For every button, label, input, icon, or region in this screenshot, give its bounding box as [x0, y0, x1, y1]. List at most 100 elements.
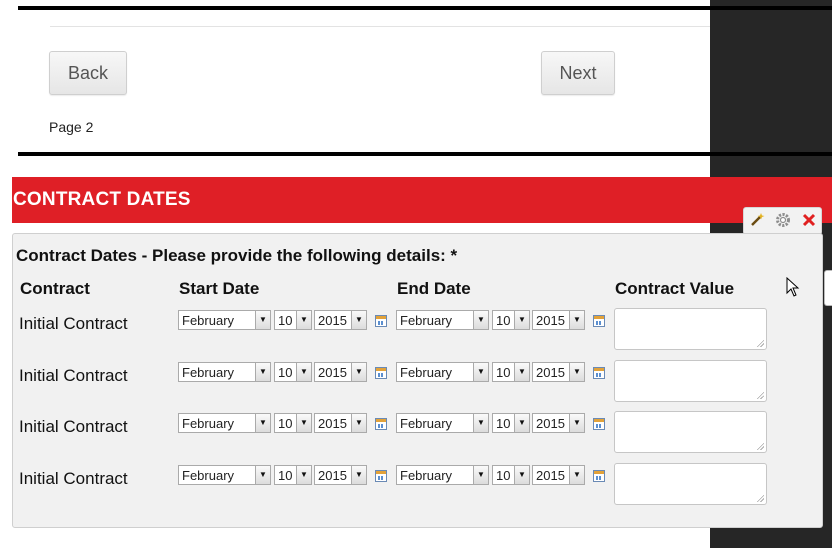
chevron-down-icon: ▼ — [351, 311, 366, 329]
chevron-down-icon: ▼ — [255, 414, 270, 432]
start-year-select[interactable]: 2015 ▼ — [314, 362, 367, 382]
contract-value-textarea[interactable] — [614, 411, 767, 453]
end-day-select[interactable]: 10 ▼ — [492, 465, 530, 485]
calendar-icon[interactable] — [593, 367, 605, 379]
contract-value-textarea[interactable] — [614, 463, 767, 505]
end-month-select[interactable]: February ▼ — [396, 362, 489, 382]
close-icon[interactable] — [800, 212, 818, 230]
start-day-select[interactable]: 10 ▼ — [274, 465, 312, 485]
row-label: Initial Contract — [19, 366, 128, 385]
select-value: February — [400, 416, 453, 431]
chevron-down-icon: ▼ — [473, 466, 488, 484]
resize-grip-icon[interactable] — [756, 442, 764, 450]
end-day-select[interactable]: 10 ▼ — [492, 362, 530, 382]
chevron-down-icon: ▼ — [514, 414, 529, 432]
end-day-select[interactable]: 10 ▼ — [492, 413, 530, 433]
chevron-down-icon: ▼ — [473, 414, 488, 432]
row-label: Initial Contract — [19, 417, 128, 436]
chevron-down-icon: ▼ — [351, 466, 366, 484]
calendar-icon[interactable] — [375, 315, 387, 327]
select-value: February — [400, 313, 453, 328]
start-year-select[interactable]: 2015 ▼ — [314, 465, 367, 485]
column-header-start-date: Start Date — [179, 279, 260, 298]
start-year-select[interactable]: 2015 ▼ — [314, 310, 367, 330]
chevron-down-icon: ▼ — [296, 466, 311, 484]
chevron-down-icon: ▼ — [296, 311, 311, 329]
start-day-select[interactable]: 10 ▼ — [274, 310, 312, 330]
select-value: 10 — [496, 365, 511, 380]
page-break — [18, 152, 832, 156]
calendar-icon[interactable] — [593, 418, 605, 430]
select-value: 2015 — [318, 416, 347, 431]
column-header-end-date: End Date — [397, 279, 471, 298]
contract-value-textarea[interactable] — [614, 360, 767, 402]
select-value: 2015 — [536, 468, 565, 483]
wand-icon[interactable] — [748, 212, 766, 230]
next-button[interactable]: Next — [541, 51, 615, 95]
calendar-icon[interactable] — [593, 470, 605, 482]
field-toolbar — [743, 207, 822, 235]
select-value: 2015 — [318, 468, 347, 483]
select-value: 10 — [278, 416, 293, 431]
end-year-select[interactable]: 2015 ▼ — [532, 362, 585, 382]
chevron-down-icon: ▼ — [255, 311, 270, 329]
end-month-select[interactable]: February ▼ — [396, 413, 489, 433]
resize-grip-icon[interactable] — [756, 494, 764, 502]
calendar-icon[interactable] — [375, 470, 387, 482]
row-label: Initial Contract — [19, 314, 128, 333]
resize-grip-icon[interactable] — [756, 339, 764, 347]
chevron-down-icon: ▼ — [351, 414, 366, 432]
chevron-down-icon: ▼ — [569, 414, 584, 432]
start-month-select[interactable]: February ▼ — [178, 362, 271, 382]
chevron-down-icon: ▼ — [255, 363, 270, 381]
select-value: 2015 — [536, 365, 565, 380]
offscreen-panel-edge — [824, 270, 832, 306]
resize-grip-icon[interactable] — [756, 391, 764, 399]
calendar-icon[interactable] — [375, 367, 387, 379]
calendar-icon[interactable] — [593, 315, 605, 327]
chevron-down-icon: ▼ — [569, 311, 584, 329]
end-year-select[interactable]: 2015 ▼ — [532, 413, 585, 433]
select-value: 10 — [278, 365, 293, 380]
chevron-down-icon: ▼ — [569, 466, 584, 484]
end-day-select[interactable]: 10 ▼ — [492, 310, 530, 330]
end-month-select[interactable]: February ▼ — [396, 465, 489, 485]
select-value: February — [182, 365, 235, 380]
row-label: Initial Contract — [19, 469, 128, 488]
column-header-contract-value: Contract Value — [615, 279, 735, 298]
select-value: 10 — [496, 468, 511, 483]
select-value: February — [182, 416, 235, 431]
select-value: 2015 — [536, 416, 565, 431]
end-year-select[interactable]: 2015 ▼ — [532, 310, 585, 330]
chevron-down-icon: ▼ — [514, 466, 529, 484]
select-value: 10 — [278, 468, 293, 483]
calendar-icon[interactable] — [375, 418, 387, 430]
page-label: Page 2 — [49, 119, 94, 135]
start-day-select[interactable]: 10 ▼ — [274, 362, 312, 382]
select-value: 2015 — [536, 313, 565, 328]
select-value: February — [400, 468, 453, 483]
chevron-down-icon: ▼ — [514, 363, 529, 381]
start-month-select[interactable]: February ▼ — [178, 413, 271, 433]
divider — [50, 26, 710, 27]
start-day-select[interactable]: 10 ▼ — [274, 413, 312, 433]
chevron-down-icon: ▼ — [255, 466, 270, 484]
start-month-select[interactable]: February ▼ — [178, 310, 271, 330]
select-value: February — [182, 468, 235, 483]
start-year-select[interactable]: 2015 ▼ — [314, 413, 367, 433]
chevron-down-icon: ▼ — [351, 363, 366, 381]
select-value: 10 — [496, 313, 511, 328]
back-button[interactable]: Back — [49, 51, 127, 95]
contract-value-textarea[interactable] — [614, 308, 767, 350]
chevron-down-icon: ▼ — [473, 363, 488, 381]
chevron-down-icon: ▼ — [296, 363, 311, 381]
chevron-down-icon: ▼ — [473, 311, 488, 329]
start-month-select[interactable]: February ▼ — [178, 465, 271, 485]
chevron-down-icon: ▼ — [569, 363, 584, 381]
select-value: 2015 — [318, 365, 347, 380]
chevron-down-icon: ▼ — [296, 414, 311, 432]
gear-icon[interactable] — [774, 212, 792, 230]
end-month-select[interactable]: February ▼ — [396, 310, 489, 330]
end-year-select[interactable]: 2015 ▼ — [532, 465, 585, 485]
select-value: 10 — [496, 416, 511, 431]
